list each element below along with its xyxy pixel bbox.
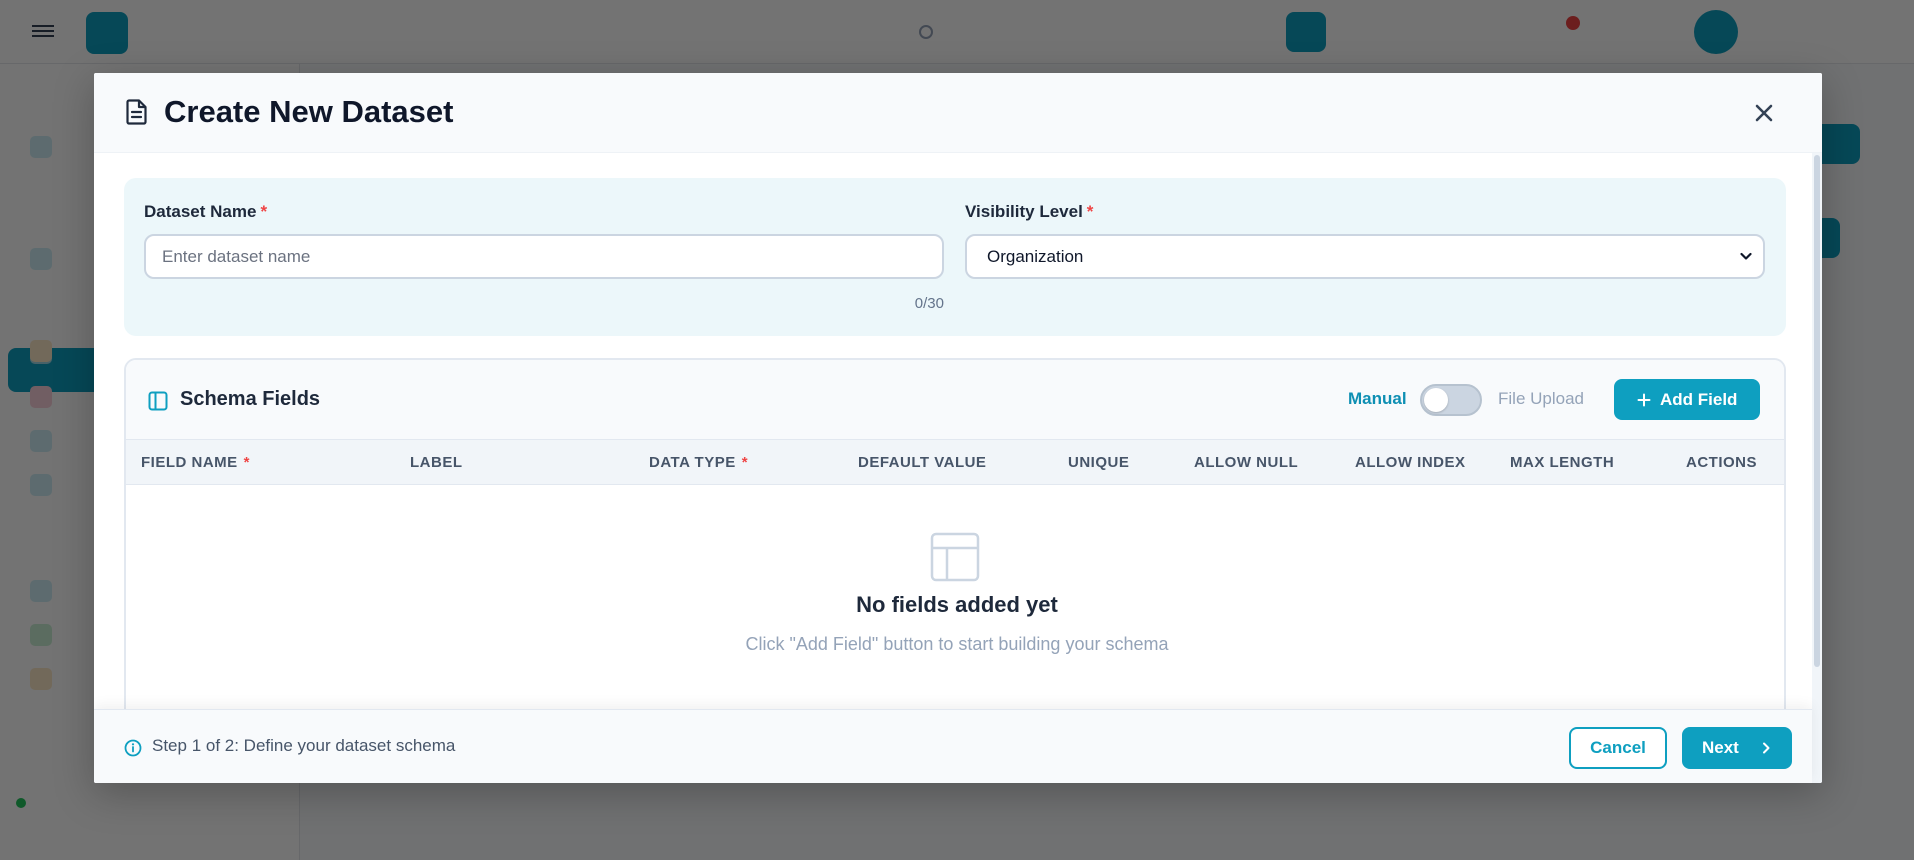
table-icon bbox=[930, 532, 980, 582]
required-mark: * bbox=[260, 202, 268, 221]
required-mark: * bbox=[741, 454, 749, 471]
chevron-right-icon bbox=[1763, 742, 1770, 754]
mode-manual-label[interactable]: Manual bbox=[1348, 389, 1407, 409]
modal-title: Create New Dataset bbox=[164, 94, 454, 129]
column-header-allow-index: ALLOW INDEX bbox=[1355, 454, 1466, 471]
column-header-label: LABEL bbox=[410, 454, 463, 471]
schema-header: Schema Fields Manual File Upload Add Fie… bbox=[126, 360, 1784, 440]
visibility-label-text: Visibility Level bbox=[965, 202, 1083, 221]
close-icon[interactable] bbox=[1750, 99, 1778, 127]
document-icon bbox=[126, 99, 147, 125]
dataset-name-label-text: Dataset Name bbox=[144, 202, 257, 221]
schema-table-header: FIELD NAME * LABEL DATA TYPE * DEFAULT VAL… bbox=[126, 440, 1784, 485]
visibility-label: Visibility Level * bbox=[965, 202, 1093, 222]
visibility-select[interactable]: Organization bbox=[965, 234, 1765, 279]
column-header-text: DATA TYPE bbox=[649, 454, 736, 471]
required-mark: * bbox=[1086, 202, 1094, 221]
empty-state-title: No fields added yet bbox=[856, 592, 1058, 617]
info-icon bbox=[124, 739, 142, 757]
required-mark: * bbox=[243, 454, 251, 471]
column-header-max-length: MAX LENGTH bbox=[1510, 454, 1615, 471]
character-counter: 0/30 bbox=[914, 295, 944, 312]
column-header-data-type: DATA TYPE * bbox=[649, 454, 748, 471]
column-header-allow-null: ALLOW NULL bbox=[1194, 454, 1299, 471]
input-mode-toggle[interactable] bbox=[1420, 384, 1482, 416]
plus-icon bbox=[1637, 393, 1651, 407]
dataset-info-card: Dataset Name* 0/30 Visibility Level* Org… bbox=[124, 178, 1786, 336]
chevron-down-icon bbox=[1740, 252, 1752, 260]
next-button[interactable]: Next bbox=[1682, 727, 1792, 769]
column-header-unique: UNIQUE bbox=[1068, 454, 1130, 471]
sidebar-panel-icon bbox=[148, 391, 168, 411]
dataset-name-input[interactable] bbox=[144, 234, 944, 279]
scrollbar-thumb[interactable] bbox=[1814, 155, 1820, 667]
next-button-label: Next bbox=[1702, 738, 1739, 757]
add-field-button[interactable]: Add Field bbox=[1614, 379, 1760, 420]
column-header-field-name: FIELD NAME * bbox=[141, 454, 250, 471]
visibility-selected-value: Organization bbox=[987, 247, 1084, 266]
schema-title: Schema Fields bbox=[180, 388, 321, 410]
mode-file-upload-label[interactable]: File Upload bbox=[1498, 389, 1584, 409]
toggle-knob bbox=[1424, 388, 1448, 412]
create-dataset-modal: Create New Dataset Dataset Name* 0/30 Vi… bbox=[94, 73, 1822, 783]
column-header-default-value: DEFAULT VALUE bbox=[858, 454, 987, 471]
step-indicator: Step 1 of 2: Define your dataset schema bbox=[152, 736, 456, 755]
column-header-text: FIELD NAME bbox=[141, 454, 238, 471]
modal-footer: Step 1 of 2: Define your dataset schema … bbox=[94, 709, 1812, 783]
cancel-button[interactable]: Cancel bbox=[1569, 727, 1667, 769]
modal-header: Create New Dataset bbox=[94, 73, 1822, 153]
column-header-actions: ACTIONS bbox=[1686, 454, 1757, 471]
dataset-name-label: Dataset Name * bbox=[144, 202, 267, 222]
empty-state-subtitle: Click "Add Field" button to start buildi… bbox=[745, 634, 1169, 654]
